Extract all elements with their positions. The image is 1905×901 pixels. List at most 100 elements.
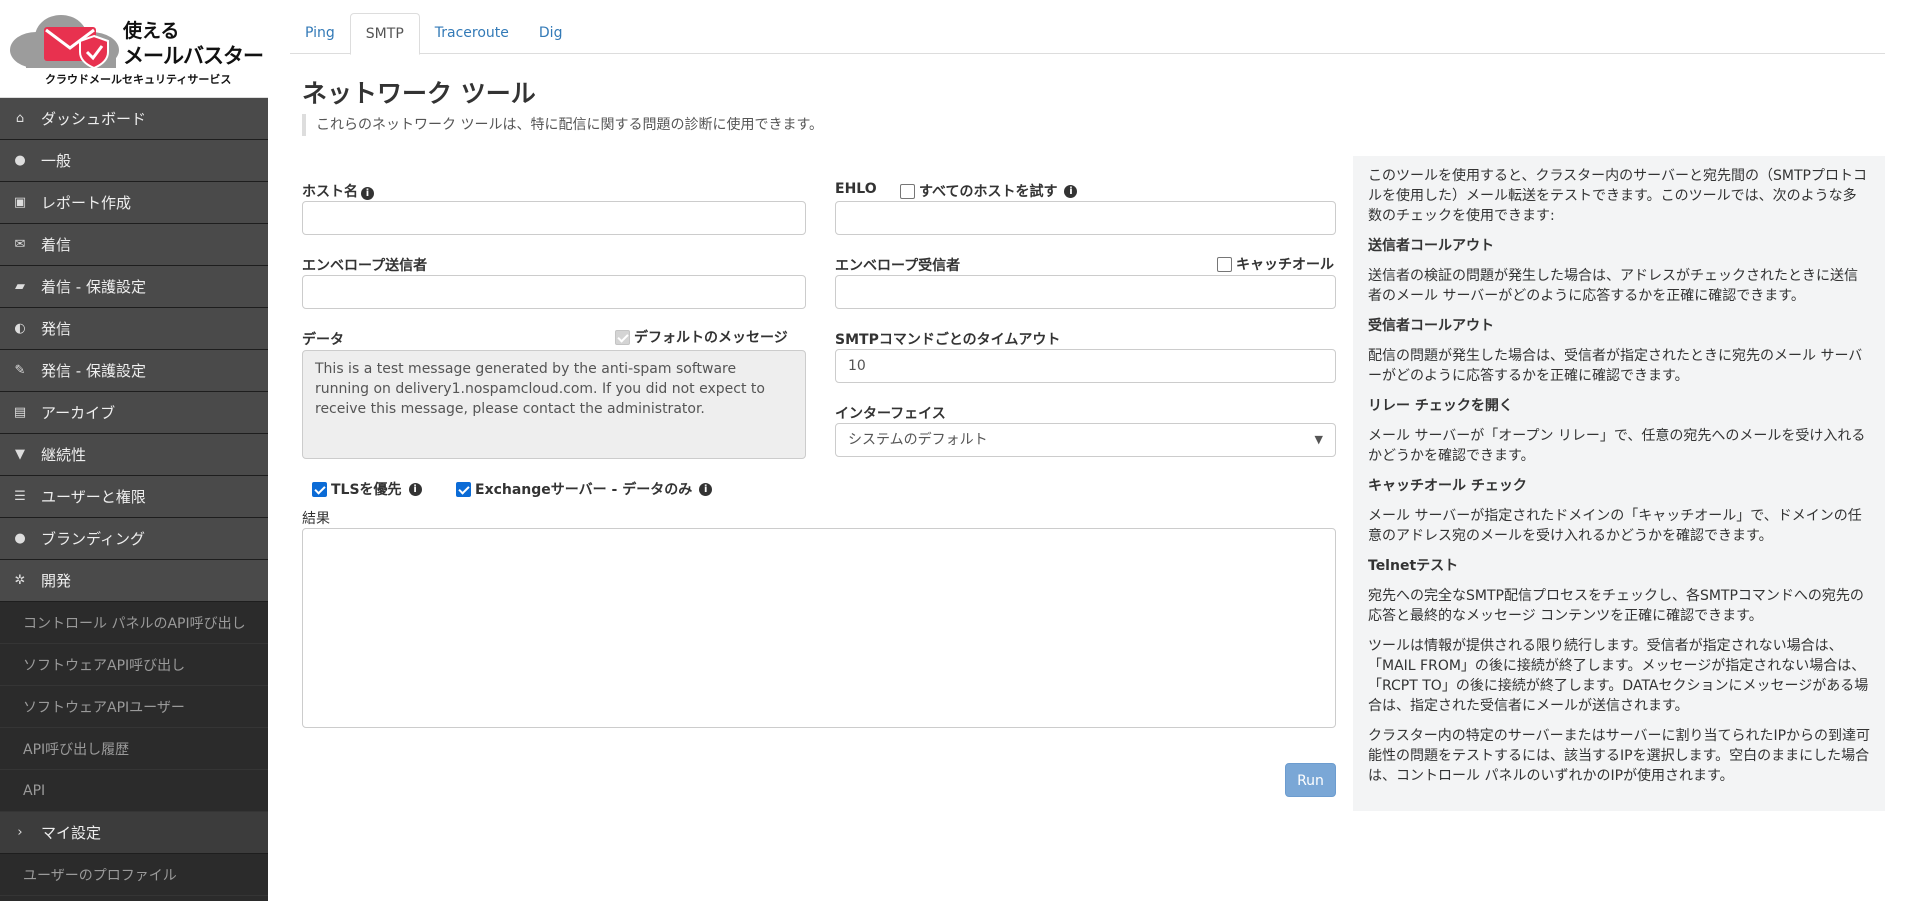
run-button[interactable]: Run [1285,763,1336,797]
home-icon: ⌂ [15,111,25,126]
sidebar-item[interactable]: ☰ ユーザーと権限 [0,476,268,518]
timeout-input[interactable]: 10 [835,349,1336,383]
sidebar-item-label: 一般 [41,152,72,170]
help-heading: Telnetテスト [1368,558,1459,574]
brand-logo[interactable]: 使える メールバスター クラウドメールセキュリティサービス [0,0,268,98]
inbox-icon: ▣ [13,195,27,210]
cloud-mail-shield-icon [10,15,119,70]
checkbox-icon[interactable] [900,183,915,199]
help-panel: このツールを使用すると、クラスター内のサーバーと宛先間の（SMTPプロトコルを使… [1353,156,1885,811]
checkbox-icon[interactable] [1217,256,1232,272]
results-output[interactable] [302,528,1336,728]
interface-select[interactable]: システムのデフォルト ▼ [835,423,1336,457]
tab-traceroute[interactable]: Traceroute [420,13,524,54]
help-intro: このツールを使用すると、クラスター内のサーバーと宛先間の（SMTPプロトコルを使… [1368,168,1867,224]
sidebar-item[interactable]: ▣ レポート作成 [0,182,268,224]
chevron-right-icon: › [17,825,23,840]
sidebar-item[interactable]: ▤ アーカイブ [0,392,268,434]
sidebar-item-label: アーカイブ [41,404,116,422]
cog-icon: ✲ [14,573,26,588]
tab-smtp[interactable]: SMTP [349,13,420,55]
globe-icon: ● [14,153,26,168]
info-icon[interactable]: i [1064,184,1078,198]
sidebar-item-label: API [23,782,46,799]
catchall-checkbox[interactable]: キャッチオール [1217,254,1334,274]
help-paragraph: クラスター内の特定のサーバーまたはサーバーに割り当てられたIPからの到達可能性の… [1368,728,1871,784]
sidebar-item[interactable]: ▰ 着信 - 保護設定 [0,266,268,308]
help-heading: 受信者コールアウト [1368,318,1494,334]
default-message-checkbox[interactable]: デフォルトのメッセージ [615,327,788,347]
sidebar-item[interactable]: ◐ 発信 [0,308,268,350]
brand-tagline: クラウドメールセキュリティサービス [45,73,232,86]
help-text: メール サーバーが「オープン リレー」で、任意の宛先へのメールを受け入れるかどう… [1368,428,1866,464]
sidebar-item[interactable]: ✲ 開発 [0,560,268,602]
sidebar-item-label: ソフトウェアAPIユーザー [23,699,185,716]
ehlo-label: EHLO [835,181,877,197]
help-text: メール サーバーが指定されたドメインの「キャッチオール」で、ドメインの任意のアド… [1368,508,1862,544]
chevron-down-icon: ▼ [1314,433,1323,446]
interface-label: インターフェイス [835,406,946,422]
page-title: ネットワーク ツール [302,79,536,108]
sidebar-subitem[interactable]: ユーザーのプロファイル [0,854,268,896]
sidebar-item[interactable]: ✉ 着信 [0,224,268,266]
sidebar: 使える メールバスター クラウドメールセキュリティサービス ⌂ ダッシュボード ● 一… [0,0,268,901]
help-text: 配信の問題が発生した場合は、受信者が指定されたときに宛先のメール サーバーがどの… [1368,348,1863,384]
envelope-recipient-input[interactable] [835,275,1336,309]
sidebar-item-label: ダッシュボード [41,110,147,128]
tab-dig[interactable]: Dig [524,13,578,54]
sidebar-item[interactable]: ● 一般 [0,140,268,182]
data-textarea[interactable]: This is a test message generated by the … [302,350,806,459]
wrench-icon: ✎ [14,363,26,378]
sidebar-item-label: 着信 - 保護設定 [41,278,146,296]
filter-icon: ▼ [15,447,25,462]
help-sections: 送信者コールアウト 送信者の検証の問題が発生した場合は、アドレスがチェックされたと… [1368,236,1870,626]
sidebar-item-my-settings[interactable]: › マイ設定 [0,812,268,854]
envelope-sender-input[interactable] [302,275,806,309]
brand-name-line1: 使える [123,20,180,42]
info-icon[interactable]: i [361,187,374,200]
help-heading: キャッチオール チェック [1368,478,1527,494]
sidebar-item[interactable]: ⌂ ダッシュボード [0,98,268,140]
checkbox-icon[interactable] [456,481,471,497]
sidebar-item-label: ブランディング [41,530,145,548]
brand-name-line2: メールバスター [123,44,264,68]
main-content: Ping SMTP Traceroute Dig ネットワーク ツール これらのネット… [268,0,1905,901]
help-text: 宛先への完全なSMTP配信プロセスをチェックし、各SMTPコマンドへの宛先の応答… [1368,588,1864,624]
sidebar-item[interactable]: ✎ 発信 - 保護設定 [0,350,268,392]
info-icon[interactable]: i [699,482,713,496]
sidebar-item-label: マイ設定 [41,824,102,842]
sidebar-subitem[interactable]: API [0,770,268,812]
sidebar-item-label: 着信 [41,236,72,254]
sidebar-subitem[interactable]: ソフトウェアAPIユーザー [0,686,268,728]
data-label: データ [302,332,344,348]
sidebar-subitem[interactable]: API呼び出し履歴 [0,728,268,770]
results-label: 結果 [302,511,330,527]
checkbox-icon[interactable] [615,329,630,345]
sidebar-subitem[interactable]: コントロール パネルのAPI呼び出し [0,602,268,644]
sidebar-item-label: 発信 [41,320,72,338]
checkbox-icon[interactable] [312,481,327,497]
try-all-hosts-checkbox[interactable]: すべてのホストを試す i [900,181,1078,201]
list-icon: ☰ [14,489,26,504]
timeout-label: SMTPコマンドごとのタイムアウト [835,332,1061,348]
sidebar-item-label: レポート作成 [41,194,132,212]
page-lead: これらのネットワーク ツールは、特に配信に関する問題の診断に使用できます。 [302,114,823,136]
hostname-input[interactable] [302,201,806,235]
info-icon[interactable]: i [408,482,422,496]
sidebar-item-label: API呼び出し履歴 [23,741,130,758]
sidebar-item-label: 発信 - 保護設定 [41,362,146,380]
sidebar-item[interactable]: ● ブランディング [0,518,268,560]
sidebar-item-label: 開発 [41,572,72,590]
help-heading: 送信者コールアウト [1368,238,1494,254]
envelope-icon: ✉ [14,237,26,252]
ehlo-input[interactable] [835,201,1336,235]
tab-ping[interactable]: Ping [290,13,350,54]
sidebar-item-label: ユーザーと権限 [41,488,146,506]
tls-preferred-checkbox[interactable]: TLSを優先 i [312,479,422,499]
sidebar-nav: ⌂ ダッシュボード ● 一般 ▣ レポート作成 ✉ 着信 ▰ 着信 - 保護設定 ◐ 発信 ✎ 発信 - … [0,98,268,896]
half-circle-icon: ◐ [14,321,26,336]
exchange-data-only-checkbox[interactable]: Exchangeサーバー - データのみ i [456,479,713,499]
sidebar-item[interactable]: ▼ 継続性 [0,434,268,476]
folder-open-icon: ▰ [15,279,25,294]
sidebar-subitem[interactable]: ソフトウェアAPI呼び出し [0,644,268,686]
